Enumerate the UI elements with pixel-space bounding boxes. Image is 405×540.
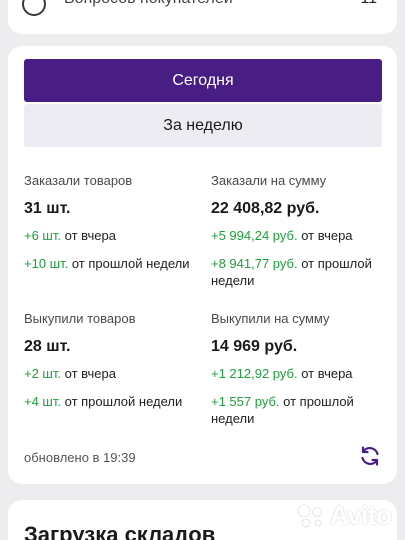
- delta-value: +1 557 руб.: [211, 394, 280, 409]
- avito-watermark-text: Avito: [330, 500, 392, 530]
- delta-suffix: от прошлой недели: [71, 256, 190, 271]
- today-tab-button[interactable]: Сегодня: [24, 59, 382, 102]
- delta-value: +10 шт.: [24, 256, 69, 271]
- bought-sum-stat: Выкупили на сумму 14 969 руб. +1 212,92 …: [211, 311, 381, 427]
- ordered-items-title: Заказали товаров: [24, 173, 133, 188]
- buyer-questions-label: Вопросов покупателей: [64, 0, 233, 8]
- ordered-items-delta-day: +6 шт. от вчера: [24, 227, 194, 244]
- buyer-questions-row[interactable]: Вопросов покупателей 11: [8, 0, 397, 34]
- circle-icon: [22, 0, 46, 16]
- delta-value: +1 212,92 руб.: [211, 366, 298, 381]
- bought-items-delta-week: +4 шт. от прошлой недели: [24, 393, 194, 410]
- ordered-items-stat: Заказали товаров 31 шт. +6 шт. от вчера …: [24, 173, 194, 272]
- bought-sum-delta-week: +1 557 руб. от прошлой недели: [211, 393, 381, 427]
- week-tab-button[interactable]: За неделю: [24, 104, 382, 147]
- ordered-items-value: 31 шт.: [24, 200, 71, 217]
- ordered-sum-stat: Заказали на сумму 22 408,82 руб. +5 994,…: [211, 173, 381, 289]
- ordered-items-delta-week: +10 шт. от прошлой недели: [24, 255, 194, 272]
- delta-suffix: от вчера: [301, 228, 353, 243]
- bought-items-title: Выкупили товаров: [24, 311, 136, 326]
- bought-items-delta-day: +2 шт. от вчера: [24, 365, 194, 382]
- updated-timestamp: обновлено в 19:39: [24, 450, 136, 465]
- delta-value: +2 шт.: [24, 366, 61, 381]
- ordered-sum-delta-week: +8 941,77 руб. от прошлой недели: [211, 255, 381, 289]
- ordered-sum-delta-day: +5 994,24 руб. от вчера: [211, 227, 381, 244]
- ordered-sum-value: 22 408,82 руб.: [211, 200, 320, 217]
- bought-items-value: 28 шт.: [24, 338, 71, 355]
- refresh-icon[interactable]: [358, 444, 382, 468]
- avito-watermark: Avito: [296, 500, 392, 531]
- delta-suffix: от прошлой недели: [64, 394, 183, 409]
- buyer-questions-count: 11: [360, 0, 377, 8]
- delta-suffix: от вчера: [301, 366, 353, 381]
- statistics-card: Сегодня За неделю Заказали товаров 31 шт…: [8, 46, 397, 484]
- ordered-sum-title: Заказали на сумму: [211, 173, 327, 188]
- warehouse-load-title: Загрузка складов: [24, 522, 216, 540]
- bought-sum-value: 14 969 руб.: [211, 338, 298, 355]
- delta-value: +5 994,24 руб.: [211, 228, 298, 243]
- delta-value: +6 шт.: [24, 228, 61, 243]
- bought-sum-title: Выкупили на сумму: [211, 311, 330, 326]
- delta-suffix: от вчера: [64, 366, 116, 381]
- delta-suffix: от вчера: [64, 228, 116, 243]
- bought-sum-delta-day: +1 212,92 руб. от вчера: [211, 365, 381, 382]
- avito-logo-icon: [297, 504, 322, 527]
- bought-items-stat: Выкупили товаров 28 шт. +2 шт. от вчера …: [24, 311, 194, 410]
- delta-value: +8 941,77 руб.: [211, 256, 298, 271]
- delta-value: +4 шт.: [24, 394, 61, 409]
